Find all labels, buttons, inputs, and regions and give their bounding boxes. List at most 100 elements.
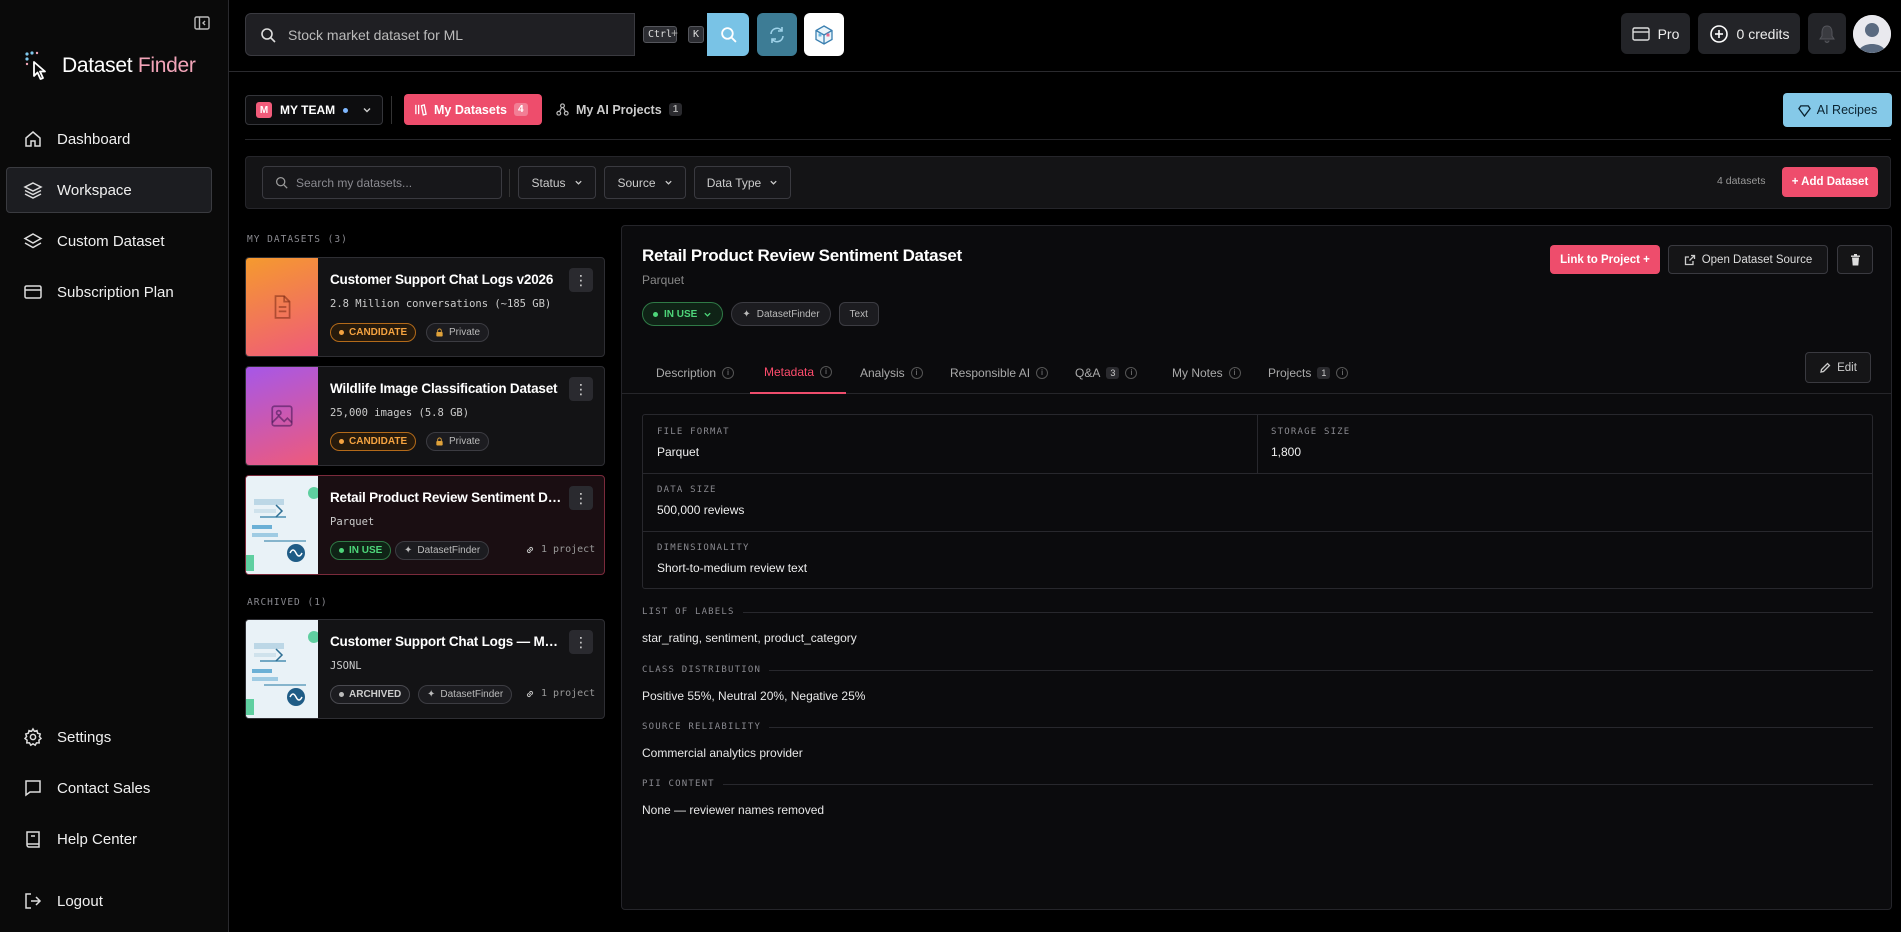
filter-label: Status (531, 175, 566, 190)
sidebar-item-label: Help Center (57, 830, 138, 848)
pro-plan-button[interactable]: Pro (1621, 13, 1690, 54)
info-icon: i (910, 366, 923, 379)
tab-my-notes[interactable]: My Notes i (1172, 351, 1241, 394)
data-type-badge: Text (838, 302, 879, 326)
link-icon (526, 690, 534, 697)
delete-button[interactable] (1837, 245, 1873, 274)
dataset-cube-button[interactable] (804, 13, 844, 56)
dataset-title: Wildlife Image Classification Dataset (330, 381, 558, 396)
logout-icon (25, 893, 42, 909)
sidebar-item-workspace[interactable]: Workspace (6, 167, 212, 213)
status-dropdown[interactable]: IN USE (642, 302, 724, 326)
add-dataset-button[interactable]: + Add Dataset (1782, 167, 1878, 197)
sidebar-item-help-center[interactable]: Help Center (6, 816, 212, 862)
dataset-size: 2.8 Million conversations (~185 GB) (330, 298, 552, 310)
sidebar-collapse-icon[interactable] (193, 14, 211, 32)
tab-analysis[interactable]: Analysis i (860, 351, 923, 394)
more-options-icon[interactable]: ⋮ (569, 486, 593, 510)
dataset-card-selected[interactable]: Retail Product Review Sentiment Dataset … (245, 475, 605, 575)
edit-button[interactable]: Edit (1805, 352, 1871, 383)
metadata-dimensionality: DIMENSIONALITY Short-to-medium review te… (657, 543, 808, 575)
detail-title: Retail Product Review Sentiment Dataset (642, 246, 962, 265)
sidebar-item-subscription-plan[interactable]: Subscription Plan (6, 269, 212, 315)
sidebar-item-settings[interactable]: Settings (6, 714, 212, 760)
divider (391, 96, 392, 124)
layers-icon (23, 233, 43, 249)
archived-section-label: ARCHIVED (1) (247, 597, 328, 608)
notifications-button[interactable] (1808, 13, 1846, 54)
sidebar-item-label: Logout (57, 892, 103, 910)
ai-recipes-button[interactable]: AI Recipes (1783, 93, 1892, 127)
data-type-filter[interactable]: Data Type (694, 166, 791, 199)
credits-button[interactable]: 0 credits (1698, 13, 1800, 54)
project-link-count: 1 project (525, 688, 595, 699)
tab-label: My AI Projects (576, 102, 662, 117)
library-icon (415, 104, 427, 116)
divider (643, 473, 1872, 474)
global-search-input[interactable] (288, 26, 608, 43)
more-options-icon[interactable]: ⋮ (569, 268, 593, 292)
search-icon (720, 27, 737, 43)
book-icon (26, 831, 40, 848)
lock-icon (436, 437, 443, 446)
info-icon: i (1125, 366, 1138, 379)
document-icon (274, 295, 291, 319)
kbd-k: K (688, 26, 705, 43)
source-filter[interactable]: Source (604, 166, 686, 199)
tab-responsible-ai[interactable]: Responsible AI i (950, 351, 1049, 394)
external-link-icon (1684, 254, 1695, 265)
more-options-icon[interactable]: ⋮ (569, 630, 593, 654)
sidebar-item-contact-sales[interactable]: Contact Sales (6, 765, 212, 811)
sidebar-item-label: Custom Dataset (57, 232, 165, 250)
link-to-project-button[interactable]: Link to Project + (1550, 245, 1660, 274)
search-button[interactable] (707, 13, 749, 56)
status-filter[interactable]: Status (518, 166, 596, 199)
tab-description[interactable]: Description i (656, 351, 735, 394)
source-badge: ✦ DatasetFinder (418, 685, 513, 704)
source-badge: ✦ DatasetFinder (395, 541, 490, 560)
tab-my-ai-projects[interactable]: My AI Projects 1 (556, 94, 683, 125)
team-badge: M (256, 102, 272, 118)
dataset-title: Customer Support Chat Logs v2026 (330, 272, 554, 287)
sidebar-item-label: Workspace (57, 181, 132, 199)
kbd-plus: + (671, 26, 679, 40)
chevron-down-icon (363, 108, 371, 113)
sidebar-item-logout[interactable]: Logout (6, 878, 212, 924)
dataset-card[interactable]: Customer Support Chat Logs — Multilingua… (245, 619, 605, 719)
dataset-size: 25,000 images (5.8 GB) (330, 407, 470, 419)
dataset-detail-panel: Retail Product Review Sentiment Dataset … (621, 225, 1892, 910)
sidebar-item-dashboard[interactable]: Dashboard (6, 116, 212, 162)
tab-metadata[interactable]: Metadata i (750, 351, 847, 394)
detail-tabs: Description i Metadata i Analysis i Respons… (622, 351, 1891, 394)
status-badge: IN USE (330, 541, 392, 560)
metadata-storage-size: STORAGE SIZE 1,800 (1271, 427, 1351, 459)
dataset-search-input[interactable] (296, 175, 496, 190)
refresh-button[interactable] (757, 13, 797, 56)
user-avatar[interactable] (1853, 15, 1891, 53)
ai-recipes-label: AI Recipes (1816, 103, 1878, 117)
more-options-icon[interactable]: ⋮ (569, 377, 593, 401)
tab-my-datasets[interactable]: My Datasets 4 (404, 94, 542, 125)
dataset-card[interactable]: Customer Support Chat Logs v2026 2.8 Mil… (245, 257, 605, 357)
dataset-search (262, 166, 502, 199)
tab-count: 1 (668, 103, 683, 116)
tab-count: 4 (513, 103, 528, 116)
team-selector[interactable]: M MY TEAM (245, 95, 383, 125)
tab-label: My Datasets (434, 102, 507, 117)
sidebar-item-custom-dataset[interactable]: Custom Dataset (6, 218, 212, 264)
network-icon (556, 103, 569, 116)
sidebar: Dataset Finder Dashboard Workspace Custo… (0, 0, 229, 932)
open-dataset-source-button[interactable]: Open Dataset Source (1668, 245, 1828, 274)
chevron-down-icon (770, 180, 777, 185)
status-badge: CANDIDATE (330, 323, 417, 342)
pencil-icon (1820, 362, 1831, 373)
app-logo[interactable]: Dataset Finder (24, 50, 196, 82)
home-icon (25, 131, 41, 147)
tab-projects[interactable]: Projects 1 i (1268, 351, 1349, 394)
metadata-class-distribution: CLASS DISTRIBUTION Positive 55%, Neutral… (642, 665, 1873, 703)
metadata-grid: FILE FORMAT Parquet STORAGE SIZE 1,800 D… (642, 414, 1873, 589)
metadata-pii-content: PII CONTENT None — reviewer names remove… (642, 779, 1873, 817)
source-badge: ✦ DatasetFinder (731, 302, 831, 326)
dataset-card[interactable]: Wildlife Image Classification Dataset 25… (245, 366, 605, 466)
tab-qa[interactable]: Q&A 3 i (1075, 351, 1138, 394)
